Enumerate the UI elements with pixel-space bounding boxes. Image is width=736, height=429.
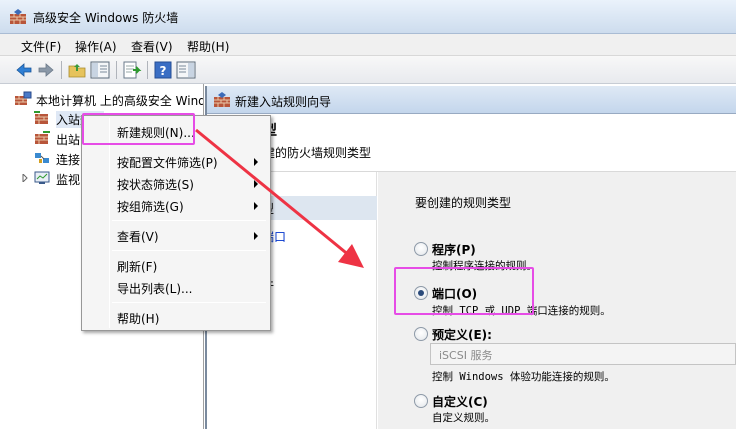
up-folder-icon[interactable]: [67, 60, 87, 80]
submenu-arrow-icon: [254, 180, 258, 188]
option-custom-desc: 自定义规则。: [432, 412, 495, 424]
outbound-rules-icon: [35, 131, 50, 144]
menu-separator: [112, 302, 266, 303]
menu-file[interactable]: 文件(F): [21, 38, 61, 55]
back-icon[interactable]: [14, 60, 34, 80]
option-predefined-label[interactable]: 预定义(E):: [432, 326, 492, 343]
toolbar-separator: [116, 61, 117, 79]
help-icon[interactable]: ?: [153, 60, 173, 80]
export-icon[interactable]: [122, 60, 142, 80]
menu-separator: [112, 250, 266, 251]
firewall-computer-icon: [15, 91, 32, 105]
firewall-wizard-icon: [214, 92, 230, 107]
option-program-label[interactable]: 程序(P): [432, 241, 476, 258]
toolbar-separator: [147, 61, 148, 79]
submenu-arrow-icon: [254, 202, 258, 210]
tree-item-label: 连接: [56, 153, 81, 167]
tree-item-label: 监视: [56, 173, 81, 187]
radio-program[interactable]: [414, 242, 428, 256]
radio-custom[interactable]: [414, 394, 428, 408]
connection-security-icon: [35, 153, 49, 163]
toolbar-separator: [61, 61, 62, 79]
menu-item-filter-by-profile[interactable]: 按配置文件筛选(P): [117, 154, 218, 171]
tree-root-label: 本地计算机 上的高级安全 Windo: [36, 94, 204, 108]
inbound-rules-icon: [34, 111, 48, 124]
wizard-subheading: 建的防火墙规则类型: [263, 146, 372, 160]
menu-help[interactable]: 帮助(H): [187, 38, 229, 55]
menu-view[interactable]: 查看(V): [131, 38, 173, 55]
menu-item-refresh[interactable]: 刷新(F): [117, 258, 157, 275]
menu-action[interactable]: 操作(A): [75, 38, 117, 55]
show-hide-action-pane-icon[interactable]: [176, 60, 196, 80]
context-menu: 新建规则(N)... 按配置文件筛选(P) 按状态筛选(S) 按组筛选(G) 查…: [81, 115, 271, 331]
menu-item-view[interactable]: 查看(V): [117, 228, 159, 245]
new-inbound-rule-wizard: 新建入站规则向导 型 建的防火墙规则类型 型 端口 件 要创建的规则类型 程序(…: [205, 86, 736, 429]
menu-item-filter-by-state[interactable]: 按状态筛选(S): [117, 176, 194, 193]
menu-item-help[interactable]: 帮助(H): [117, 310, 159, 327]
menu-separator: [112, 220, 266, 221]
tree-item-label: 出站: [56, 133, 81, 147]
wizard-title: 新建入站规则向导: [235, 95, 332, 109]
menu-item-filter-by-group[interactable]: 按组筛选(G): [117, 198, 184, 215]
window-title: 高级安全 Windows 防火墙: [33, 11, 179, 25]
highlight-port-option: [394, 267, 534, 315]
option-predefined-desc: 控制 Windows 体验功能连接的规则。: [432, 371, 615, 383]
show-hide-tree-icon[interactable]: [90, 60, 110, 80]
rule-type-question: 要创建的规则类型: [415, 196, 512, 210]
forward-icon[interactable]: [36, 60, 56, 80]
firewall-app-icon: [10, 9, 26, 24]
title-bar: 高级安全 Windows 防火墙: [0, 0, 736, 34]
radio-predefined[interactable]: [414, 327, 428, 341]
wizard-header: 型 建的防火墙规则类型: [207, 114, 736, 172]
predefined-rule-select[interactable]: iSCSI 服务: [430, 343, 736, 365]
menu-item-export-list[interactable]: 导出列表(L)...: [117, 280, 193, 297]
submenu-arrow-icon: [254, 232, 258, 240]
monitoring-icon: [34, 171, 50, 184]
menu-gutter: [109, 118, 110, 328]
submenu-arrow-icon: [254, 158, 258, 166]
highlight-new-rule: [82, 113, 195, 145]
wizard-title-bar: 新建入站规则向导: [207, 86, 736, 114]
expand-arrow-icon[interactable]: [21, 174, 29, 182]
option-custom-label[interactable]: 自定义(C): [432, 393, 488, 410]
svg-text:?: ?: [160, 64, 167, 78]
menu-bar: 文件(F) 操作(A) 查看(V) 帮助(H): [0, 34, 736, 56]
toolbar: ?: [0, 56, 736, 84]
